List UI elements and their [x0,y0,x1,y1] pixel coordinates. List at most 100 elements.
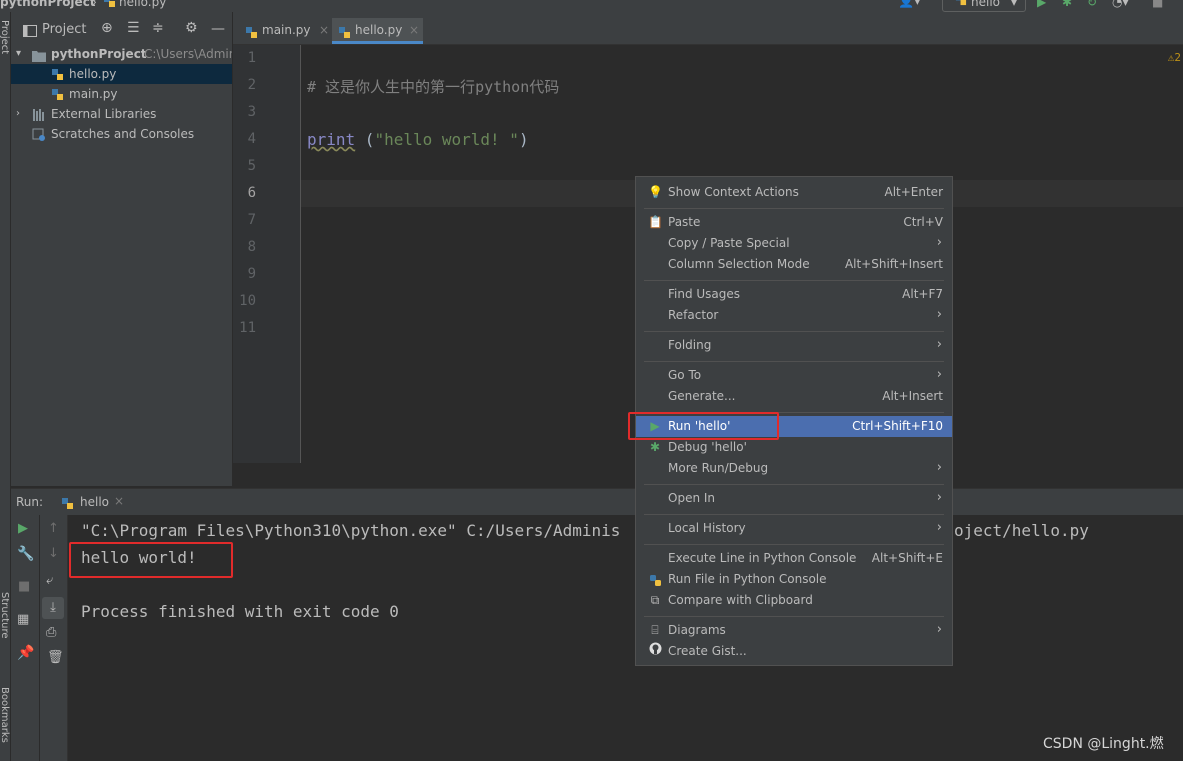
print-icon[interactable]: ⎙ [46,625,56,640]
code-open-paren: ( [355,130,375,149]
tree-item-main-py[interactable]: main.py [11,84,232,104]
breadcrumb-file[interactable]: hello.py [119,0,166,9]
menu-item-run-file-console[interactable]: Run File in Python Console [636,569,952,590]
stop-icon[interactable]: ■ [18,579,30,594]
menu-item-shortcut: Alt+Shift+Insert [844,257,943,271]
menu-item-label: Local History [668,521,746,535]
locate-file-icon[interactable]: ⊕ [101,20,113,36]
menu-item-show-context-actions[interactable]: 💡 Show Context Actions Alt+Enter [636,182,952,203]
python-file-icon [338,23,351,47]
scroll-to-end-icon[interactable]: ⤓ [42,597,64,619]
gear-icon[interactable]: ⚙ [185,20,198,36]
trash-icon[interactable]: 🗑 [47,650,64,665]
menu-item-execute-line-console[interactable]: Execute Line in Python Console Alt+Shift… [636,548,952,569]
rerun-icon[interactable]: ▶ [18,521,28,536]
menu-item-generate[interactable]: Generate... Alt+Insert [636,386,952,407]
console-output[interactable]: "C:\Program Files\Python310\python.exe" … [68,515,1183,761]
tab-hello-py[interactable]: hello.py × [332,18,423,44]
menu-item-local-history[interactable]: Local History › [636,518,952,539]
menu-item-go-to[interactable]: Go To › [636,365,952,386]
soft-wrap-icon[interactable]: ⤶ [46,573,53,588]
tree-item-label: External Libraries [51,107,157,121]
menu-separator [644,331,944,332]
tab-label: hello.py [355,23,403,37]
menu-separator [644,361,944,362]
menu-item-folding[interactable]: Folding › [636,335,952,356]
chevron-right-icon: › [16,108,20,119]
console-line-exit: Process finished with exit code 0 [81,602,399,621]
run-icon[interactable]: ▶ [1037,0,1046,9]
chevron-right-icon: › [936,490,942,505]
collapse-all-icon[interactable]: ≑ [152,20,164,36]
menu-item-label: Diagrams [668,623,726,637]
tree-item-hello-py[interactable]: hello.py [11,64,232,84]
menu-separator [644,544,944,545]
menu-separator [644,208,944,209]
pin-icon[interactable]: 📌 [17,645,34,661]
project-panel-title[interactable]: Project [42,22,86,37]
menu-item-label: Column Selection Mode [668,257,810,271]
stop-icon[interactable]: ■ [1152,0,1163,9]
menu-item-open-in[interactable]: Open In › [636,488,952,509]
arrow-down-icon[interactable]: ↓ [48,546,59,561]
profile-icon[interactable]: ◔▾ [1112,0,1129,9]
left-tool-strip: Project Structure Bookmarks [0,12,11,761]
code-comment-line: # 这是你人生中的第一行python代码 [307,78,560,96]
menu-item-label: Run File in Python Console [668,572,827,586]
tree-item-project-root[interactable]: ▾ pythonProject C:\Users\Admin [11,44,232,64]
menu-item-refactor[interactable]: Refactor › [636,305,952,326]
project-tool-window-tab[interactable]: Project [0,20,10,54]
menu-item-column-selection-mode[interactable]: Column Selection Mode Alt+Shift+Insert [636,254,952,275]
scratches-icon [32,127,46,144]
tab-main-py[interactable]: main.py × [241,18,329,44]
lightbulb-icon: 💡 [648,185,663,199]
menu-item-label: Open In [668,491,716,505]
line-number: 2 [247,77,256,93]
menu-item-label: Folding [668,338,712,352]
menu-item-find-usages[interactable]: Find Usages Alt+F7 [636,284,952,305]
bookmarks-tool-window-tab[interactable]: Bookmarks [0,687,10,743]
code-close-paren: ) [518,130,529,149]
menu-item-label: Execute Line in Python Console [668,551,857,565]
watermark: CSDN @Linght.燃 [1043,736,1164,752]
chevron-right-icon: › [936,337,942,352]
warning-indicator-icon[interactable]: ⚠2 [1168,51,1181,64]
tree-item-external-libraries[interactable]: › External Libraries [11,104,232,124]
code-print-line: print ("hello world! ") [307,130,529,149]
close-icon[interactable]: × [114,494,124,508]
menu-item-paste[interactable]: 📋 Paste Ctrl+V [636,212,952,233]
chevron-right-icon: › [936,460,942,475]
line-number: 4 [247,131,256,147]
coverage-icon[interactable]: ↻ [1087,0,1097,9]
annotation-box-run-item [628,412,779,440]
line-number-gutter: 1 2 3 4 5 6 7 8 9 10 11 [233,45,301,463]
run-toolbar-secondary: ↑ ↓ ⤶ ⤓ ⎙ 🗑 [40,515,68,761]
run-config-dropdown[interactable]: hello ▾ [942,0,1026,12]
menu-item-copy-paste-special[interactable]: Copy / Paste Special › [636,233,952,254]
layout-icon[interactable]: ▦ [17,612,29,627]
console-line-command-tail: oject/hello.py [954,521,1089,540]
tree-item-scratches[interactable]: Scratches and Consoles [11,124,232,144]
structure-tool-window-tab[interactable]: Structure [0,592,10,639]
menu-item-create-gist[interactable]: Create Gist... [636,641,952,662]
arrow-up-icon[interactable]: ↑ [48,521,59,536]
menu-item-more-run-debug[interactable]: More Run/Debug › [636,458,952,479]
run-panel-header: Run: hello × [11,488,1183,515]
menu-item-debug-hello[interactable]: ✱ Debug 'hello' [636,437,952,458]
user-icon[interactable]: 👤▾ [898,0,921,9]
python-file-icon [61,495,74,514]
breadcrumb-project[interactable]: pythonProject [0,0,96,9]
wrench-icon[interactable]: 🔧 [17,546,34,562]
debug-icon[interactable]: ✱ [1062,0,1072,9]
compare-icon: ⧉ [650,593,660,607]
menu-item-label: Go To [668,368,702,382]
close-icon[interactable]: × [319,18,329,42]
expand-all-icon[interactable]: ☰ [127,20,140,36]
run-toolbar-primary: ▶ 🔧 ■ ▦ 📌 [11,515,39,761]
line-number: 9 [247,266,256,282]
menu-item-diagrams[interactable]: ⌸ Diagrams › [636,620,952,641]
menu-item-compare-clipboard[interactable]: ⧉ Compare with Clipboard [636,590,952,611]
close-icon[interactable]: × [409,18,419,42]
run-tab-hello[interactable]: hello × [59,489,131,515]
hide-panel-icon[interactable]: — [211,21,225,37]
